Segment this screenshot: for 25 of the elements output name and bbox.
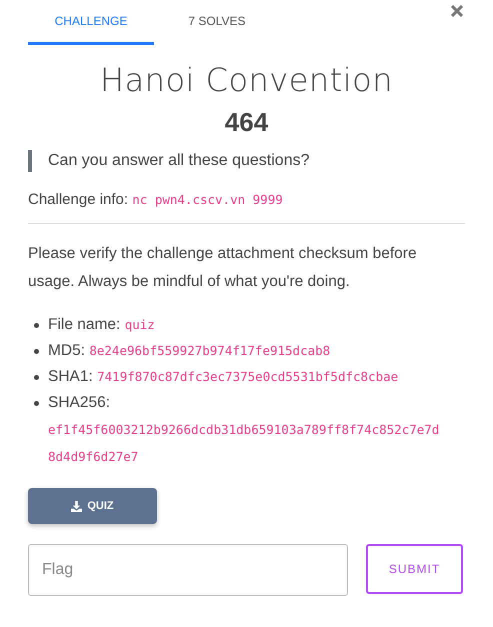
download-icon (71, 500, 82, 512)
flag-field[interactable]: Flag (28, 544, 348, 596)
detail-value: 7419f870c87dfc3ec7375e0cd5531bf5dfc8cbae (97, 369, 398, 384)
bullet-icon (34, 401, 39, 406)
bullet-icon (34, 323, 39, 328)
challenge-title: Hanoi Convention (99, 61, 394, 99)
detail-label: File name: (48, 316, 120, 333)
notice-text: Please verify the challenge attachment checksum before usage. Always be mindful of what you're doing. (28, 244, 418, 292)
close-icon[interactable] (451, 5, 463, 17)
bullet-icon (34, 375, 39, 380)
info-value: nc pwn4.cscv.vn 9999 (132, 192, 283, 207)
detail-label: MD5: (48, 342, 86, 359)
points-value: 464 (224, 107, 270, 138)
detail-value: 8e24e96bf559927b974f17fe915dcab8 (89, 343, 330, 358)
tab[interactable]: 7 SOLVES (154, 0, 280, 45)
bullet-icon (34, 349, 39, 354)
submit-button[interactable]: SUBMIT (366, 544, 463, 594)
download-button[interactable]: QUIZ (28, 488, 157, 524)
detail-label: SHA256: (48, 394, 110, 411)
detail-value: quiz (124, 317, 155, 332)
detail-value: ef1f45f6003212b9266dcdb31db659103a789ff8f74c852c7e7d8d4d9f6d27e7 (48, 421, 440, 466)
tab[interactable]: CHALLENGE (28, 0, 154, 45)
challenge-quote: Can you answer all these questions? (28, 150, 465, 172)
detail-label: SHA1: (48, 368, 93, 385)
info-label: Challenge info: (28, 191, 128, 208)
